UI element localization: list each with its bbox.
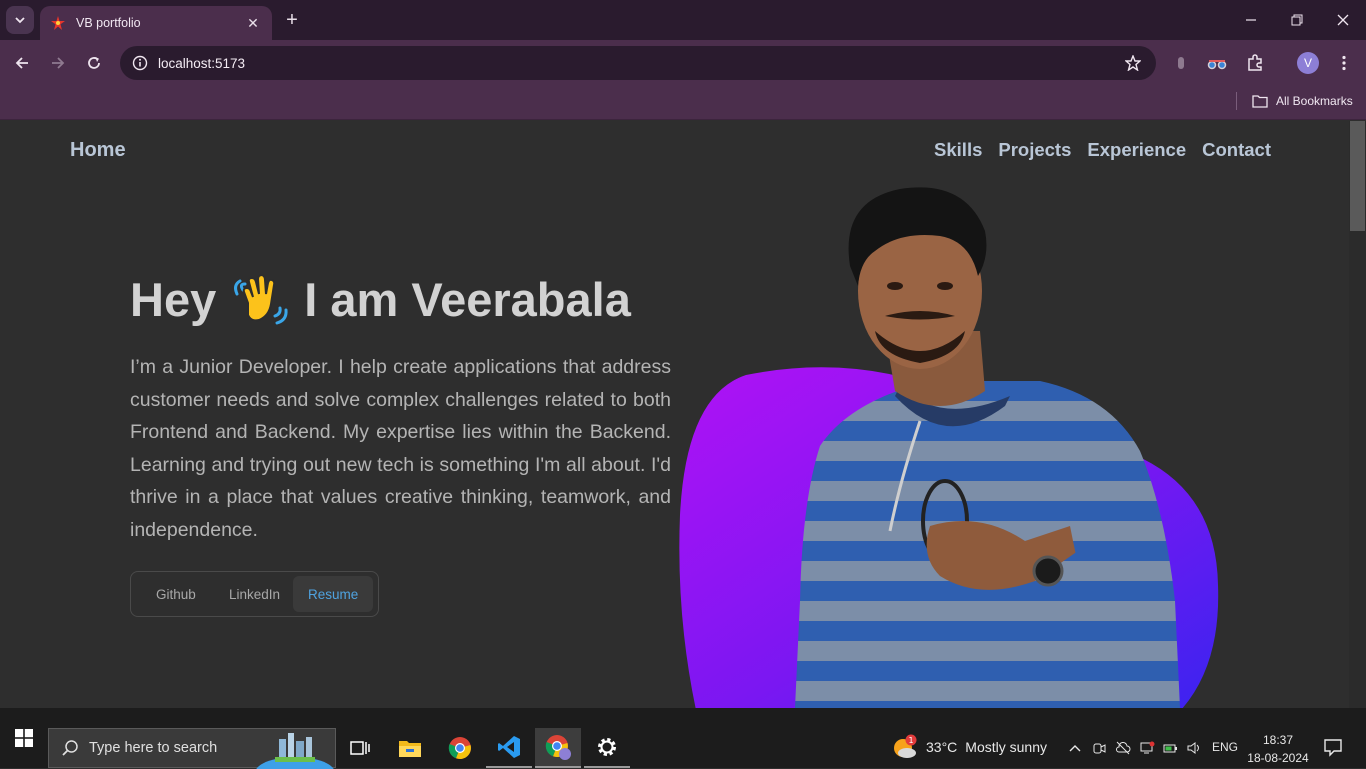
cloud-offline-icon[interactable] xyxy=(1113,738,1133,758)
favicon-icon xyxy=(50,15,66,31)
tab-search-button[interactable] xyxy=(6,6,34,34)
browser-tab[interactable]: VB portfolio ✕ xyxy=(40,6,272,40)
restore-icon xyxy=(1291,14,1303,26)
battery-icon[interactable] xyxy=(1161,738,1181,758)
browser-tab-strip: VB portfolio ✕ + xyxy=(0,0,1366,40)
hero-description: I’m a Junior Developer. I help create ap… xyxy=(130,356,671,541)
minimize-icon xyxy=(1246,19,1256,21)
chevron-down-icon xyxy=(15,17,25,24)
nav-link-skills[interactable]: Skills xyxy=(934,139,982,161)
linkedin-button[interactable]: LinkedIn xyxy=(216,576,294,612)
browser-menu-icon[interactable] xyxy=(1333,52,1355,74)
weather-widget[interactable]: 1 33°C Mostly sunny xyxy=(892,734,1047,760)
incognito-glasses-icon[interactable] xyxy=(1206,52,1228,74)
tab-close-icon[interactable]: ✕ xyxy=(244,14,262,32)
volume-icon[interactable] xyxy=(1184,738,1204,758)
close-icon xyxy=(1337,14,1349,26)
search-highlight-icon xyxy=(256,733,334,769)
browser-toolbar: localhost:5173 xyxy=(0,40,1366,86)
bookmarks-bar xyxy=(0,86,1366,120)
social-button-group: Github LinkedIn Resume xyxy=(130,571,379,617)
chrome-icon xyxy=(448,737,471,760)
bookmarks-divider xyxy=(1236,92,1237,110)
chrome-button[interactable] xyxy=(437,728,483,768)
reload-icon xyxy=(88,57,100,69)
resume-button[interactable]: Resume xyxy=(293,576,373,612)
site-info-icon[interactable] xyxy=(130,53,150,73)
chrome-profile-icon xyxy=(545,735,571,760)
show-hidden-icons-chevron-icon[interactable] xyxy=(1065,738,1085,758)
hero-heading-prefix: Hey xyxy=(130,272,217,326)
all-bookmarks-button[interactable]: All Bookmarks xyxy=(1252,92,1353,110)
bookmark-star-icon[interactable] xyxy=(1124,54,1142,72)
hero-heading-suffix: I am Veerabala xyxy=(304,272,631,326)
new-tab-button[interactable]: + xyxy=(280,8,304,32)
notification-center-icon[interactable] xyxy=(1322,736,1344,758)
back-button[interactable] xyxy=(9,50,35,76)
windows-logo-icon xyxy=(15,729,33,747)
task-view-button[interactable] xyxy=(337,728,383,768)
taskbar-search-box[interactable]: Type here to search xyxy=(48,728,336,769)
chrome-profile-button[interactable] xyxy=(535,728,581,768)
reload-button[interactable] xyxy=(81,50,107,76)
nav-home-link[interactable]: Home xyxy=(70,139,126,162)
start-button[interactable] xyxy=(0,708,48,768)
meet-now-icon[interactable] xyxy=(1089,738,1109,758)
weather-description: Mostly sunny xyxy=(965,739,1047,755)
vscode-button[interactable] xyxy=(486,728,532,768)
extension-dot-icon[interactable] xyxy=(1170,52,1192,74)
arrow-left-icon xyxy=(15,57,28,69)
clock-time: 18:37 xyxy=(1262,733,1294,747)
arrow-right-icon xyxy=(52,57,65,69)
task-view-icon xyxy=(350,741,370,755)
file-explorer-button[interactable] xyxy=(387,728,433,768)
nav-link-projects[interactable]: Projects xyxy=(998,139,1071,161)
vscode-icon xyxy=(498,736,520,758)
weather-badge-count: 1 xyxy=(908,736,913,745)
hero-heading: Hey I am Veerabala xyxy=(130,269,631,329)
settings-button[interactable] xyxy=(584,728,630,768)
portfolio-page: Home Skills Projects Experience Contact … xyxy=(0,121,1349,708)
network-icon[interactable] xyxy=(1137,738,1157,758)
extensions-puzzle-icon[interactable] xyxy=(1244,52,1266,74)
folder-icon xyxy=(399,741,421,757)
weather-temperature: 33°C xyxy=(926,739,958,755)
site-nav: Skills Projects Experience Contact xyxy=(934,139,1271,161)
folder-icon xyxy=(1252,95,1268,108)
search-placeholder: Type here to search xyxy=(89,740,218,756)
all-bookmarks-label: All Bookmarks xyxy=(1276,94,1353,108)
waving-hand-icon xyxy=(230,269,290,329)
close-window-button[interactable] xyxy=(1320,0,1366,40)
tab-title: VB portfolio xyxy=(76,16,141,30)
scrollbar-thumb[interactable] xyxy=(1350,121,1365,231)
language-indicator[interactable]: ENG xyxy=(1212,740,1238,754)
github-button[interactable]: Github xyxy=(136,576,216,612)
nav-link-contact[interactable]: Contact xyxy=(1202,139,1271,161)
forward-button[interactable] xyxy=(45,50,71,76)
url-text: localhost:5173 xyxy=(158,55,246,71)
search-icon xyxy=(62,740,78,756)
restore-button[interactable] xyxy=(1274,0,1320,40)
gear-icon xyxy=(598,738,616,756)
nav-link-experience[interactable]: Experience xyxy=(1087,139,1186,161)
address-bar[interactable]: localhost:5173 xyxy=(120,46,1156,80)
minimize-button[interactable] xyxy=(1228,0,1274,40)
weather-sun-icon: 1 xyxy=(894,734,917,758)
system-clock[interactable]: 18:37 18-08-2024 xyxy=(1246,731,1310,767)
clock-date: 18-08-2024 xyxy=(1247,751,1309,765)
profile-avatar[interactable]: V xyxy=(1297,52,1319,74)
profile-photo xyxy=(795,187,1180,708)
